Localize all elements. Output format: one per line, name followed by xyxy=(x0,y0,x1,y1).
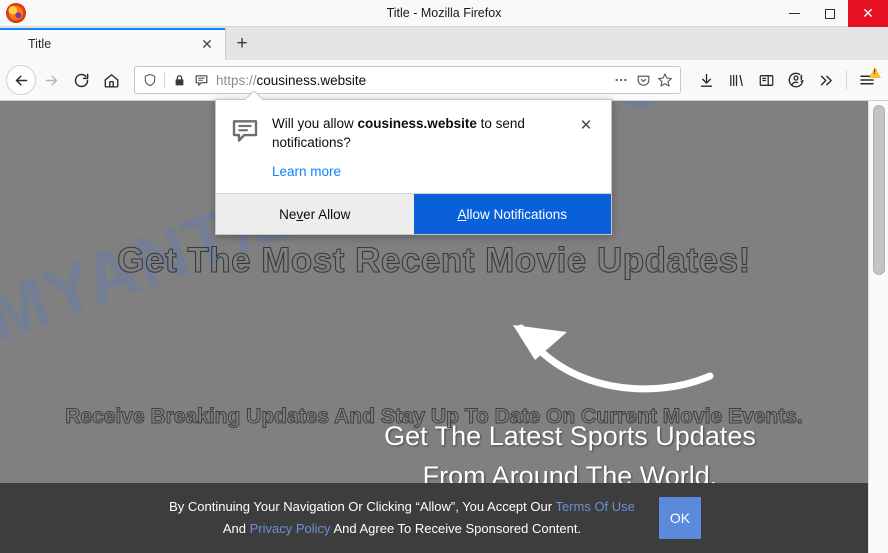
popup-main: Will you allow cousiness.website to send… xyxy=(264,114,575,181)
popup-question-host: cousiness.website xyxy=(357,116,477,131)
popup-body: Will you allow cousiness.website to send… xyxy=(216,100,611,193)
double-chevron-right-icon xyxy=(818,72,835,89)
url-scheme: https:// xyxy=(216,72,257,88)
url-bar-divider xyxy=(164,72,165,88)
firefox-browser-window: Title - Mozilla Firefox ✕ Title ✕ + http… xyxy=(0,0,888,553)
popup-tail xyxy=(246,91,262,100)
never-allow-after: er Allow xyxy=(303,206,351,222)
consent-text-part3: And Agree To Receive Sponsored Content. xyxy=(330,521,582,536)
downloads-button[interactable] xyxy=(691,65,721,95)
navigation-toolbar: https://cousiness.website xyxy=(0,60,888,101)
tab-title[interactable]: Title ✕ xyxy=(0,28,226,60)
padlock-icon[interactable] xyxy=(168,69,190,91)
pocket-icon[interactable] xyxy=(632,69,654,91)
title-bar: Title - Mozilla Firefox ✕ xyxy=(0,0,888,27)
overflow-button[interactable] xyxy=(811,65,841,95)
warning-triangle-icon xyxy=(869,67,881,78)
home-icon xyxy=(103,72,120,89)
close-window-button[interactable]: ✕ xyxy=(848,0,888,27)
toolbar-divider xyxy=(846,70,847,90)
allow-notifications-button[interactable]: Allow Notifications xyxy=(413,194,611,234)
hero-subtext: Receive Breaking Updates And Stay Up To … xyxy=(65,405,804,429)
reload-button[interactable] xyxy=(66,65,96,95)
notification-permission-icon[interactable] xyxy=(190,69,212,91)
bookmark-star-icon[interactable] xyxy=(654,69,676,91)
new-tab-button[interactable]: + xyxy=(226,28,258,60)
tab-label: Title xyxy=(28,37,52,51)
consent-ok-button[interactable]: OK xyxy=(659,497,701,539)
speech-bubble-notification-icon xyxy=(230,114,264,181)
notification-permission-popup: Will you allow cousiness.website to send… xyxy=(215,99,612,235)
download-icon xyxy=(698,72,715,89)
allow-accesskey: A xyxy=(457,206,467,222)
learn-more-link[interactable]: Learn more xyxy=(272,164,341,179)
tab-strip: Title ✕ + xyxy=(0,27,888,60)
popup-actions: Ne v er Allow Allow Notifications xyxy=(216,193,611,234)
never-allow-button[interactable]: Ne v er Allow xyxy=(216,194,414,234)
headline-movie: Get The Most Recent Movie Updates! xyxy=(117,240,751,280)
privacy-policy-link[interactable]: Privacy Policy xyxy=(250,521,331,536)
consent-text-part1: By Continuing Your Navigation Or Clickin… xyxy=(169,499,556,514)
back-arrow-icon xyxy=(13,72,30,89)
reload-icon xyxy=(73,72,90,89)
never-allow-accesskey: v xyxy=(296,206,304,222)
curved-arrow-annotation-icon xyxy=(505,316,725,406)
toolbar-icons xyxy=(689,65,882,95)
library-icon xyxy=(728,72,745,89)
sidebar-icon xyxy=(758,72,775,89)
url-host: cousiness.website xyxy=(256,72,367,88)
account-button[interactable] xyxy=(781,65,811,95)
consent-text: By Continuing Your Navigation Or Clickin… xyxy=(167,496,637,540)
page-scrollbar[interactable] xyxy=(868,101,888,553)
firefox-logo-icon xyxy=(6,3,26,23)
window-controls: ✕ xyxy=(776,0,888,27)
consent-text-part2: And xyxy=(222,521,250,536)
window-title: Title - Mozilla Firefox xyxy=(386,5,502,20)
back-button[interactable] xyxy=(6,65,36,95)
popup-question-prefix: Will you allow xyxy=(272,116,358,131)
home-button[interactable] xyxy=(96,65,126,95)
popup-question: Will you allow cousiness.website to send… xyxy=(272,114,575,152)
url-bar[interactable]: https://cousiness.website xyxy=(134,66,681,94)
page-scrollbar-thumb[interactable] xyxy=(873,105,885,275)
page-actions-ellipsis-icon[interactable] xyxy=(610,69,632,91)
allow-after: llow Notifications xyxy=(466,206,568,222)
library-button[interactable] xyxy=(721,65,751,95)
url-text[interactable]: https://cousiness.website xyxy=(212,73,610,88)
tab-close-icon[interactable]: ✕ xyxy=(197,34,217,54)
forward-button[interactable] xyxy=(36,65,66,95)
terms-of-use-link[interactable]: Terms Of Use xyxy=(555,499,634,514)
app-menu-button[interactable] xyxy=(852,65,882,95)
popup-close-icon[interactable]: ✕ xyxy=(575,114,597,136)
tracking-protection-shield-icon[interactable] xyxy=(139,69,161,91)
minimize-button[interactable] xyxy=(776,0,812,27)
maximize-button[interactable] xyxy=(812,0,848,27)
consent-bar: By Continuing Your Navigation Or Clickin… xyxy=(0,483,868,553)
sidebar-button[interactable] xyxy=(751,65,781,95)
forward-arrow-icon xyxy=(43,72,60,89)
account-warning-icon xyxy=(787,71,805,89)
never-allow-before: Ne xyxy=(279,206,297,222)
